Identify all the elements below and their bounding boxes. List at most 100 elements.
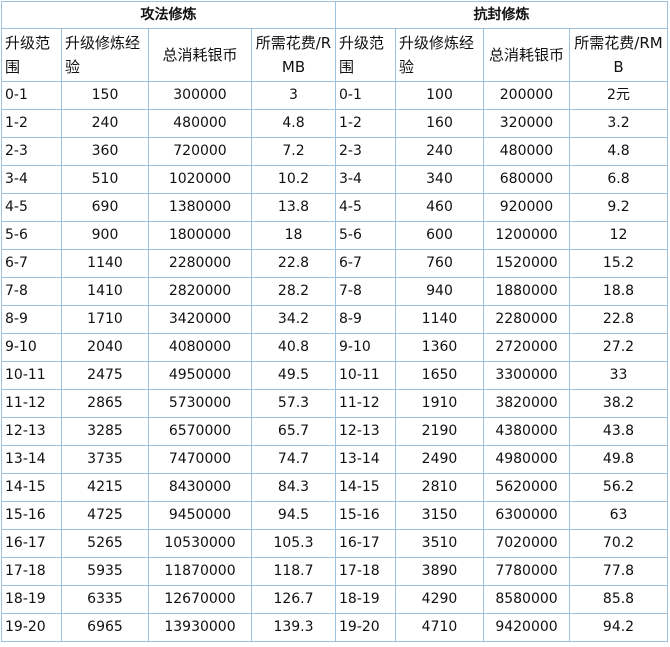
cell-rmb: 3: [251, 81, 336, 110]
cell-level-range: 16-17: [1, 529, 62, 558]
cell-exp: 2190: [395, 417, 484, 446]
table-row: 10-11 2475 4950000 49.5 10-11 1650 3300000 33: [1, 361, 668, 390]
table-row: 17-18 5935 11870000 118.7 17-18 3890 7780000 77…: [1, 557, 668, 586]
cell-level-range: 14-15: [1, 473, 62, 502]
cell-rmb: 65.7: [251, 417, 336, 446]
cell-exp: 240: [61, 109, 149, 138]
cell-silver: 7470000: [148, 445, 252, 474]
cell-rmb: 77.8: [569, 557, 668, 586]
cell-silver: 12670000: [148, 585, 252, 614]
cell-level-range: 3-4: [1, 165, 62, 194]
table-row: 9-10 2040 4080000 40.8 9-10 1360 2720000 27.2: [1, 333, 668, 362]
cell-rmb: 18: [251, 221, 336, 250]
cell-silver: 4380000: [483, 417, 570, 446]
cell-level-range: 6-7: [1, 249, 62, 278]
cell-exp: 2865: [61, 389, 149, 418]
cell-silver: 1520000: [483, 249, 570, 278]
cell-level-range: 19-20: [335, 613, 396, 642]
cell-exp: 4725: [61, 501, 149, 530]
cell-rmb: 126.7: [251, 585, 336, 614]
cell-silver: 6300000: [483, 501, 570, 530]
cell-exp: 5935: [61, 557, 149, 586]
cell-rmb: 139.3: [251, 613, 336, 642]
cell-rmb: 84.3: [251, 473, 336, 502]
cell-exp: 1360: [395, 333, 484, 362]
cell-exp: 1410: [61, 277, 149, 306]
cell-silver: 9420000: [483, 613, 570, 642]
cell-silver: 2820000: [148, 277, 252, 306]
table-row: 15-16 4725 9450000 94.5 15-16 3150 6300000 63: [1, 501, 668, 530]
seal-resist-cultivation-title: 抗封修炼: [335, 1, 668, 29]
cell-level-range: 10-11: [335, 361, 396, 390]
cell-exp: 360: [61, 137, 149, 166]
cell-level-range: 2-3: [335, 137, 396, 166]
cell-level-range: 0-1: [1, 81, 62, 110]
cell-level-range: 5-6: [1, 221, 62, 250]
cell-rmb: 85.8: [569, 585, 668, 614]
cell-silver: 720000: [148, 137, 252, 166]
cell-level-range: 12-13: [1, 417, 62, 446]
cell-silver: 5730000: [148, 389, 252, 418]
cell-level-range: 18-19: [1, 585, 62, 614]
cell-exp: 940: [395, 277, 484, 306]
cell-exp: 4710: [395, 613, 484, 642]
cell-rmb: 18.8: [569, 277, 668, 306]
cell-silver: 1020000: [148, 165, 252, 194]
section-title-row: 攻法修炼 抗封修炼: [1, 1, 668, 29]
cell-rmb: 4.8: [569, 137, 668, 166]
cell-exp: 900: [61, 221, 149, 250]
cell-exp: 2490: [395, 445, 484, 474]
cell-level-range: 3-4: [335, 165, 396, 194]
cell-silver: 4980000: [483, 445, 570, 474]
cell-level-range: 11-12: [335, 389, 396, 418]
cell-exp: 5265: [61, 529, 149, 558]
cultivation-table: 攻法修炼 抗封修炼 升级范围 升级修炼经验 总消耗银币 所需花费/RMB 升级范…: [1, 1, 668, 642]
cell-level-range: 14-15: [335, 473, 396, 502]
cell-level-range: 5-6: [335, 221, 396, 250]
cell-rmb: 94.5: [251, 501, 336, 530]
cell-exp: 6965: [61, 613, 149, 642]
cell-exp: 1910: [395, 389, 484, 418]
cell-rmb: 118.7: [251, 557, 336, 586]
table-row: 4-5 690 1380000 13.8 4-5 460 920000 9.2: [1, 193, 668, 222]
table-row: 8-9 1710 3420000 34.2 8-9 1140 2280000 22.8: [1, 305, 668, 334]
cell-rmb: 28.2: [251, 277, 336, 306]
cell-level-range: 17-18: [335, 557, 396, 586]
cell-silver: 920000: [483, 193, 570, 222]
header-level-range: 升级范围: [335, 28, 396, 82]
cultivation-cost-tables: 攻法修炼 抗封修炼 升级范围 升级修炼经验 总消耗银币 所需花费/RMB 升级范…: [1, 1, 668, 642]
cell-exp: 3510: [395, 529, 484, 558]
cell-exp: 460: [395, 193, 484, 222]
cell-silver: 10530000: [148, 529, 252, 558]
cell-exp: 2810: [395, 473, 484, 502]
cell-level-range: 15-16: [335, 501, 396, 530]
cell-rmb: 7.2: [251, 137, 336, 166]
cell-rmb: 3.2: [569, 109, 668, 138]
cell-silver: 3420000: [148, 305, 252, 334]
cell-rmb: 9.2: [569, 193, 668, 222]
cell-rmb: 34.2: [251, 305, 336, 334]
table-row: 1-2 240 480000 4.8 1-2 160 320000 3.2: [1, 109, 668, 138]
cell-level-range: 7-8: [1, 277, 62, 306]
cell-exp: 150: [61, 81, 149, 110]
cell-rmb: 56.2: [569, 473, 668, 502]
header-level-range: 升级范围: [1, 28, 62, 82]
cell-rmb: 63: [569, 501, 668, 530]
cell-silver: 1380000: [148, 193, 252, 222]
cell-rmb: 105.3: [251, 529, 336, 558]
cell-level-range: 16-17: [335, 529, 396, 558]
cell-rmb: 70.2: [569, 529, 668, 558]
cell-exp: 510: [61, 165, 149, 194]
cell-exp: 100: [395, 81, 484, 110]
table-row: 14-15 4215 8430000 84.3 14-15 2810 5620000 56.2: [1, 473, 668, 502]
cell-level-range: 7-8: [335, 277, 396, 306]
table-row: 16-17 5265 10530000 105.3 16-17 3510 7020000 70…: [1, 529, 668, 558]
cell-level-range: 8-9: [1, 305, 62, 334]
cell-silver: 7020000: [483, 529, 570, 558]
cell-silver: 2280000: [148, 249, 252, 278]
cell-rmb: 38.2: [569, 389, 668, 418]
cell-exp: 3150: [395, 501, 484, 530]
cell-rmb: 4.8: [251, 109, 336, 138]
cell-rmb: 27.2: [569, 333, 668, 362]
cell-silver: 8580000: [483, 585, 570, 614]
